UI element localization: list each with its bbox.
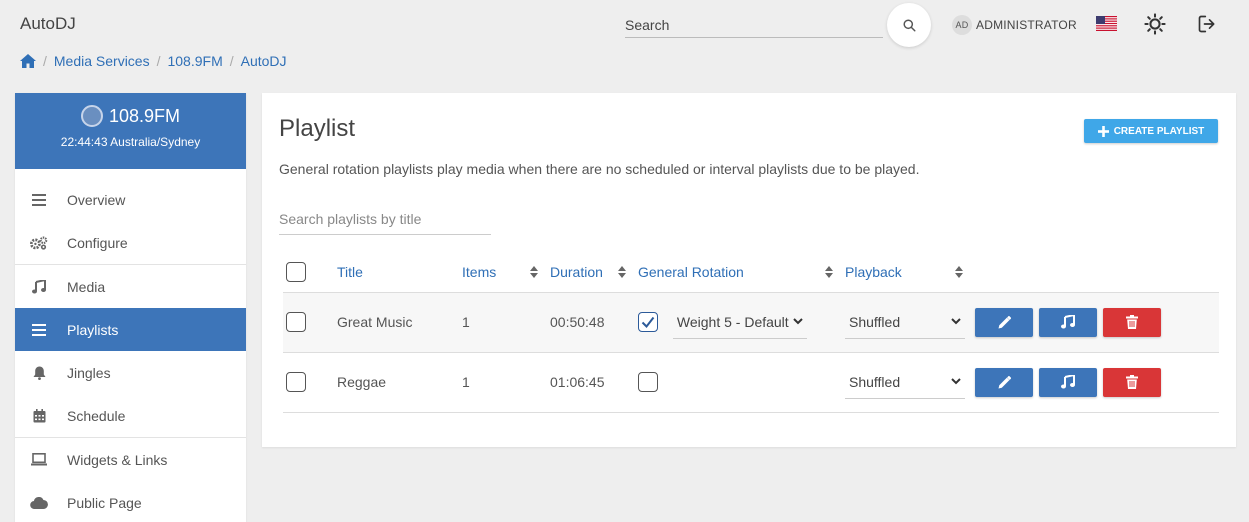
playlist-media-button[interactable]: [1039, 307, 1097, 337]
sort-icon: [618, 266, 626, 279]
sort-icon: [825, 266, 833, 279]
search-field[interactable]: [625, 12, 883, 38]
logout-icon[interactable]: [1197, 14, 1217, 34]
breadcrumb-autodj[interactable]: AutoDJ: [241, 53, 287, 69]
playlist-duration: 00:50:48: [550, 292, 638, 353]
row-select-checkbox[interactable]: [286, 372, 306, 392]
music-note-icon: [1061, 375, 1075, 389]
page-title: Playlist: [279, 115, 356, 142]
playlist-title: Great Music: [337, 292, 462, 353]
sidebar-item-configure[interactable]: Configure: [15, 221, 246, 264]
playlist-items: 1: [462, 292, 550, 353]
row-select-checkbox[interactable]: [286, 312, 306, 332]
playlist-table: Title Items Duration General Rotation Pl…: [283, 253, 1219, 413]
pencil-icon: [998, 375, 1011, 388]
sidebar-item-media[interactable]: Media: [15, 265, 246, 308]
music-note-icon: [30, 279, 48, 294]
delete-button[interactable]: [1103, 307, 1161, 337]
menu-icon: [30, 193, 48, 206]
checkmark-icon: [641, 316, 655, 328]
create-playlist-button[interactable]: CREATE PLAYLIST: [1084, 119, 1218, 143]
playlist-search-input[interactable]: [279, 203, 491, 234]
station-logo-icon: [80, 105, 103, 127]
music-note-icon: [1061, 315, 1075, 329]
chevron-down-icon: [793, 318, 803, 325]
app-title: AutoDJ: [20, 14, 76, 33]
trash-icon: [1126, 315, 1138, 329]
column-general-rotation[interactable]: General Rotation: [638, 253, 845, 293]
us-flag-icon[interactable]: [1096, 16, 1117, 31]
avatar: AD: [952, 15, 972, 35]
station-header: 108.9FM 22:44:43 Australia/Sydney: [15, 93, 246, 169]
edit-button[interactable]: [975, 367, 1033, 397]
playlist-card: Playlist CREATE PLAYLIST General rotatio…: [262, 93, 1236, 447]
chevron-down-icon: [951, 378, 961, 385]
plus-icon: [1097, 125, 1109, 137]
page-description: General rotation playlists play media wh…: [279, 161, 920, 177]
general-rotation-checkbox[interactable]: [638, 372, 658, 392]
gears-icon: [30, 236, 48, 250]
home-icon[interactable]: [20, 54, 36, 68]
calendar-icon: [30, 408, 48, 423]
breadcrumb-station[interactable]: 108.9FM: [167, 53, 222, 69]
sidebar-item-playlists[interactable]: Playlists: [15, 308, 246, 351]
playlist-items: 1: [462, 352, 550, 413]
brightness-icon[interactable]: [1144, 13, 1166, 35]
breadcrumb-media-services[interactable]: Media Services: [54, 53, 150, 69]
sidebar-item-public-page[interactable]: Public Page: [15, 481, 246, 522]
station-time: 22:44:43 Australia/Sydney: [60, 135, 201, 149]
sidebar: 108.9FM 22:44:43 Australia/Sydney Overvi…: [15, 93, 246, 522]
sidebar-item-jingles[interactable]: Jingles: [15, 351, 246, 394]
sort-icon: [955, 266, 963, 279]
playlist-duration: 01:06:45: [550, 352, 638, 413]
playlist-media-button[interactable]: [1039, 367, 1097, 397]
trash-icon: [1126, 375, 1138, 389]
station-name: 108.9FM: [108, 105, 181, 126]
select-all-checkbox[interactable]: [286, 262, 306, 283]
column-duration[interactable]: Duration: [550, 253, 638, 293]
sort-icon: [530, 266, 538, 279]
table-row: Great Music 1 00:50:48 Weight 5 - Defaul…: [283, 292, 1219, 353]
playlist-title: Reggae: [337, 352, 462, 413]
weight-select[interactable]: Weight 5 - Default: [672, 305, 807, 339]
search-button[interactable]: [887, 3, 931, 47]
sidebar-item-overview[interactable]: Overview: [15, 178, 246, 221]
user-menu[interactable]: AD ADMINISTRATOR: [952, 15, 1077, 35]
playback-select[interactable]: Shuffled: [845, 365, 965, 399]
column-items[interactable]: Items: [462, 253, 550, 293]
sidebar-item-schedule[interactable]: Schedule: [15, 394, 246, 437]
playback-select[interactable]: Shuffled: [845, 305, 965, 339]
chevron-down-icon: [951, 318, 961, 325]
table-row: Reggae 1 01:06:45 Shuffled: [283, 352, 1219, 413]
sidebar-item-widgets[interactable]: Widgets & Links: [15, 438, 246, 481]
search-icon: [902, 18, 916, 32]
user-name: ADMINISTRATOR: [976, 18, 1077, 32]
table-header: Title Items Duration General Rotation Pl…: [283, 253, 1219, 293]
bell-icon: [30, 366, 48, 380]
list-icon: [30, 323, 48, 336]
laptop-icon: [30, 453, 48, 466]
search-input[interactable]: [625, 12, 883, 37]
column-playback[interactable]: Playback: [845, 253, 975, 293]
delete-button[interactable]: [1103, 367, 1161, 397]
general-rotation-checkbox[interactable]: [638, 312, 658, 332]
playlist-search[interactable]: [279, 203, 491, 235]
pencil-icon: [998, 315, 1011, 328]
column-title[interactable]: Title: [337, 253, 462, 293]
breadcrumb: / Media Services / 108.9FM / AutoDJ: [20, 53, 287, 69]
cloud-icon: [30, 496, 48, 509]
edit-button[interactable]: [975, 307, 1033, 337]
